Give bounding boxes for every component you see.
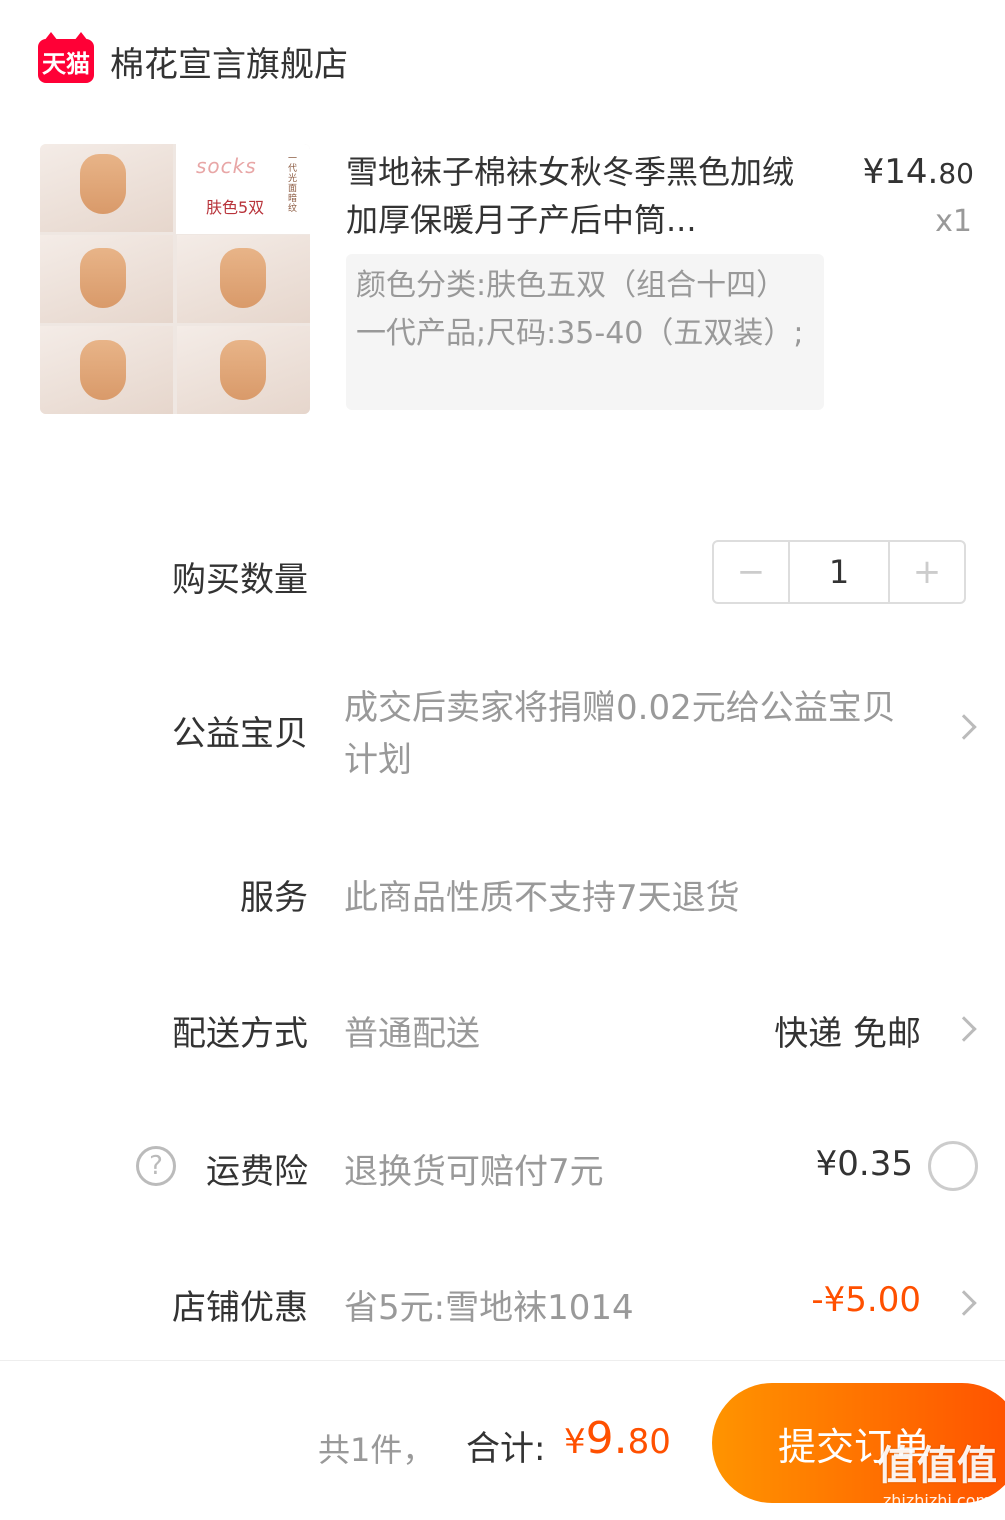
thumbnail-side-text: 一代光面暗纹 (288, 154, 298, 214)
product-price: ¥14.80 (863, 152, 974, 192)
insurance-radio[interactable] (928, 1141, 978, 1191)
total-label: 合计: (466, 1429, 546, 1469)
charity-row[interactable]: 公益宝贝 成交后卖家将捐赠0.02元给公益宝贝计划 (0, 682, 1005, 782)
store-name[interactable]: 棉花宣言旗舰店 (110, 37, 348, 86)
total-currency: ¥ (564, 1422, 586, 1462)
discount-desc: 省5元:雪地袜1014 (344, 1288, 634, 1328)
thumbnail-label: socks 肤色5双 一代光面暗纹 (176, 144, 310, 234)
product-quantity: x1 (935, 204, 972, 239)
quantity-label: 购买数量 (172, 560, 308, 600)
chevron-right-icon (951, 1290, 977, 1316)
increment-button[interactable]: + (890, 542, 964, 602)
total-cents: 80 (627, 1422, 671, 1462)
watermark-url: zhizhizhi.com (882, 1491, 992, 1510)
total-price: ¥9.80 (564, 1413, 671, 1464)
store-header[interactable]: 天猫 棉花宣言旗舰店 (38, 32, 348, 86)
tmall-logo-icon: 天猫 (38, 32, 94, 83)
quantity-value[interactable]: 1 (788, 542, 890, 602)
price-main: 14. (884, 152, 939, 192)
service-desc: 此商品性质不支持7天退货 (344, 878, 740, 918)
discount-row[interactable]: 店铺优惠 省5元:雪地袜1014 -¥5.00 (0, 1280, 1005, 1330)
product-item[interactable]: socks 肤色5双 一代光面暗纹 雪地袜子棉袜女秋冬季黑色加绒加厚保暖月子产后… (40, 144, 980, 416)
help-icon[interactable]: ? (136, 1146, 176, 1186)
watermark-logo: 值值值 (877, 1443, 997, 1489)
delivery-label: 配送方式 (172, 1014, 308, 1054)
delivery-desc: 普通配送 (344, 1014, 480, 1054)
insurance-label: 运费险 (206, 1152, 308, 1192)
quantity-stepper[interactable]: − 1 + (712, 540, 966, 604)
discount-label: 店铺优惠 (172, 1288, 308, 1328)
insurance-desc: 退换货可赔付7元 (344, 1152, 604, 1192)
product-title[interactable]: 雪地袜子棉袜女秋冬季黑色加绒加厚保暖月子产后中筒... (346, 148, 816, 244)
delivery-row[interactable]: 配送方式 普通配送 快递 免邮 (0, 1006, 1005, 1056)
charity-desc: 成交后卖家将捐赠0.02元给公益宝贝计划 (344, 688, 896, 780)
charity-label: 公益宝贝 (172, 714, 308, 754)
total-main: 9. (585, 1413, 628, 1464)
watermark: 值值值 zhizhizhi.com (877, 1433, 997, 1510)
chevron-right-icon (951, 1016, 977, 1042)
chevron-right-icon (951, 714, 977, 740)
insurance-price: ¥0.35 (815, 1144, 913, 1184)
product-thumbnail[interactable]: socks 肤色5双 一代光面暗纹 (40, 144, 310, 414)
thumbnail-logo: socks (196, 154, 257, 178)
delivery-value: 快递 免邮 (774, 1014, 921, 1054)
item-count: 共1件， (318, 1431, 435, 1469)
decrement-button[interactable]: − (714, 542, 788, 602)
price-symbol: ¥ (862, 152, 885, 192)
discount-value: -¥5.00 (811, 1280, 921, 1320)
product-spec: 颜色分类:肤色五双（组合十四）一代产品;尺码:35-40（五双装）; (346, 254, 824, 410)
price-cents: 80 (938, 157, 974, 190)
service-label: 服务 (240, 878, 308, 918)
thumbnail-text: 肤色5双 (206, 198, 265, 217)
bottom-bar: 共1件， 合计: ¥9.80 提交订单 值值值 zhizhizhi.com (0, 1360, 1005, 1520)
